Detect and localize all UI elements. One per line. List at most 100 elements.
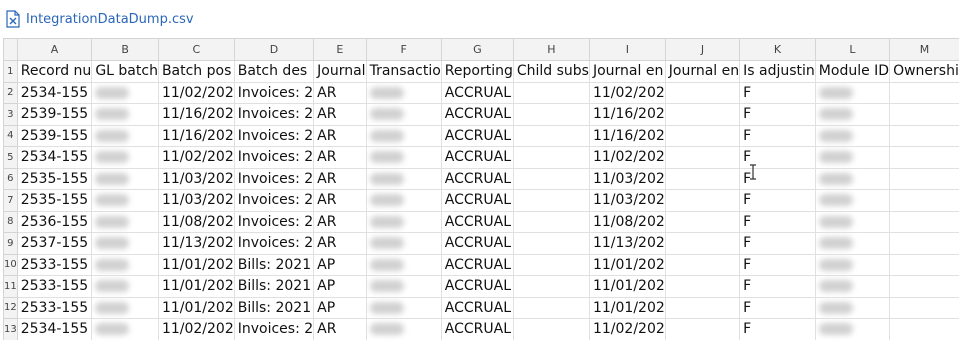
grid-cell[interactable]: Journal en — [664, 60, 741, 83]
grid-cell[interactable]: 11/03/202 — [588, 167, 666, 190]
grid-cell[interactable] — [512, 318, 590, 340]
grid-cell[interactable]: F — [739, 124, 816, 147]
grid-cell[interactable]: ACCRUAL — [440, 296, 514, 319]
grid-cell[interactable]: Module ID — [814, 60, 891, 83]
grid-cell[interactable]: 11/08/202 — [588, 210, 666, 233]
grid-cell[interactable] — [512, 232, 590, 255]
grid-cell[interactable] — [365, 253, 442, 276]
row-number[interactable]: 13 — [3, 318, 18, 340]
grid-cell[interactable]: 11/08/202 — [157, 210, 235, 233]
grid-cell[interactable]: F — [739, 253, 816, 276]
grid-cell[interactable] — [512, 210, 590, 233]
column-header-k[interactable]: K — [739, 38, 816, 61]
grid-cell[interactable] — [512, 275, 590, 298]
grid-cell[interactable]: 11/01/202 — [157, 275, 235, 298]
grid-cell[interactable]: ACCRUAL — [440, 124, 514, 147]
grid-cell[interactable]: ACCRUAL — [440, 275, 514, 298]
grid-cell[interactable]: Transactio — [365, 60, 442, 83]
grid-cell[interactable]: 2535-155 — [16, 167, 93, 190]
grid-cell[interactable]: ACCRUAL — [440, 210, 514, 233]
select-all-corner[interactable] — [3, 38, 18, 61]
grid-cell[interactable]: Journal — [313, 60, 367, 83]
grid-cell[interactable]: Invoices: 2 — [233, 232, 315, 255]
column-header-a[interactable]: A — [16, 38, 93, 61]
grid-cell[interactable] — [512, 103, 590, 126]
grid-cell[interactable] — [512, 296, 590, 319]
grid-cell[interactable]: 2534-155 — [16, 318, 93, 340]
grid-cell[interactable] — [512, 253, 590, 276]
grid-cell[interactable]: 2537-155 — [16, 232, 93, 255]
grid-cell[interactable] — [814, 232, 891, 255]
grid-cell[interactable] — [512, 167, 590, 190]
grid-cell[interactable] — [889, 146, 959, 169]
grid-cell[interactable] — [512, 124, 590, 147]
grid-cell[interactable] — [365, 103, 442, 126]
grid-cell[interactable] — [889, 103, 959, 126]
grid-cell[interactable] — [814, 124, 891, 147]
grid-cell[interactable] — [664, 318, 741, 340]
grid-cell[interactable] — [889, 232, 959, 255]
grid-cell[interactable] — [365, 146, 442, 169]
grid-cell[interactable]: Journal en — [588, 60, 666, 83]
grid-cell[interactable]: Ownershi — [889, 60, 959, 83]
grid-cell[interactable]: Invoices: 2 — [233, 210, 315, 233]
column-header-l[interactable]: L — [814, 38, 891, 61]
grid-cell[interactable]: ACCRUAL — [440, 253, 514, 276]
grid-cell[interactable] — [664, 167, 741, 190]
grid-cell[interactable] — [91, 275, 159, 298]
grid-cell[interactable] — [365, 124, 442, 147]
grid-cell[interactable]: 11/02/202 — [588, 81, 666, 104]
grid-cell[interactable] — [664, 275, 741, 298]
column-header-c[interactable]: C — [157, 38, 235, 61]
column-header-d[interactable]: D — [233, 38, 315, 61]
grid-cell[interactable] — [91, 232, 159, 255]
column-header-f[interactable]: F — [365, 38, 442, 61]
grid-cell[interactable] — [365, 189, 442, 212]
grid-cell[interactable]: 11/02/202 — [157, 146, 235, 169]
grid-cell[interactable] — [889, 124, 959, 147]
grid-cell[interactable]: Is adjustin — [739, 60, 816, 83]
grid-cell[interactable]: Child subs — [512, 60, 590, 83]
grid-cell[interactable]: 11/16/202 — [157, 124, 235, 147]
grid-cell[interactable]: GL batch — [91, 60, 159, 83]
grid-cell[interactable] — [664, 81, 741, 104]
grid-cell[interactable]: Bills: 2021 — [233, 253, 315, 276]
grid-cell[interactable]: ACCRUAL — [440, 189, 514, 212]
row-number[interactable]: 12 — [3, 296, 18, 319]
grid-cell[interactable] — [664, 210, 741, 233]
column-header-g[interactable]: G — [440, 38, 514, 61]
grid-cell[interactable] — [889, 189, 959, 212]
grid-cell[interactable]: F — [739, 232, 816, 255]
grid-cell[interactable]: 11/01/202 — [588, 253, 666, 276]
grid-cell[interactable] — [889, 167, 959, 190]
column-header-h[interactable]: H — [512, 38, 590, 61]
grid-cell[interactable]: Invoices: 2 — [233, 81, 315, 104]
grid-cell[interactable] — [889, 210, 959, 233]
row-number[interactable]: 5 — [3, 146, 18, 169]
grid-cell[interactable] — [365, 275, 442, 298]
grid-cell[interactable] — [91, 124, 159, 147]
grid-cell[interactable]: 11/02/202 — [157, 81, 235, 104]
grid-cell[interactable] — [814, 103, 891, 126]
grid-cell[interactable]: AR — [313, 232, 367, 255]
grid-cell[interactable] — [91, 167, 159, 190]
grid-cell[interactable]: ACCRUAL — [440, 146, 514, 169]
grid-cell[interactable] — [91, 103, 159, 126]
grid-cell[interactable] — [91, 318, 159, 340]
grid-cell[interactable] — [814, 296, 891, 319]
grid-cell[interactable]: 11/03/202 — [588, 189, 666, 212]
row-number[interactable]: 6 — [3, 167, 18, 190]
grid-cell[interactable]: Invoices: 2 — [233, 146, 315, 169]
grid-cell[interactable]: 11/02/202 — [157, 318, 235, 340]
column-header-i[interactable]: I — [588, 38, 666, 61]
grid-cell[interactable]: AP — [313, 253, 367, 276]
grid-cell[interactable]: 2536-155 — [16, 210, 93, 233]
grid-cell[interactable]: AP — [313, 296, 367, 319]
grid-cell[interactable]: AR — [313, 146, 367, 169]
grid-cell[interactable]: Record nu — [16, 60, 93, 83]
row-number[interactable]: 1 — [3, 60, 18, 83]
grid-cell[interactable] — [889, 296, 959, 319]
grid-cell[interactable]: F — [739, 296, 816, 319]
grid-cell[interactable]: AP — [313, 275, 367, 298]
grid-cell[interactable]: 2534-155 — [16, 81, 93, 104]
